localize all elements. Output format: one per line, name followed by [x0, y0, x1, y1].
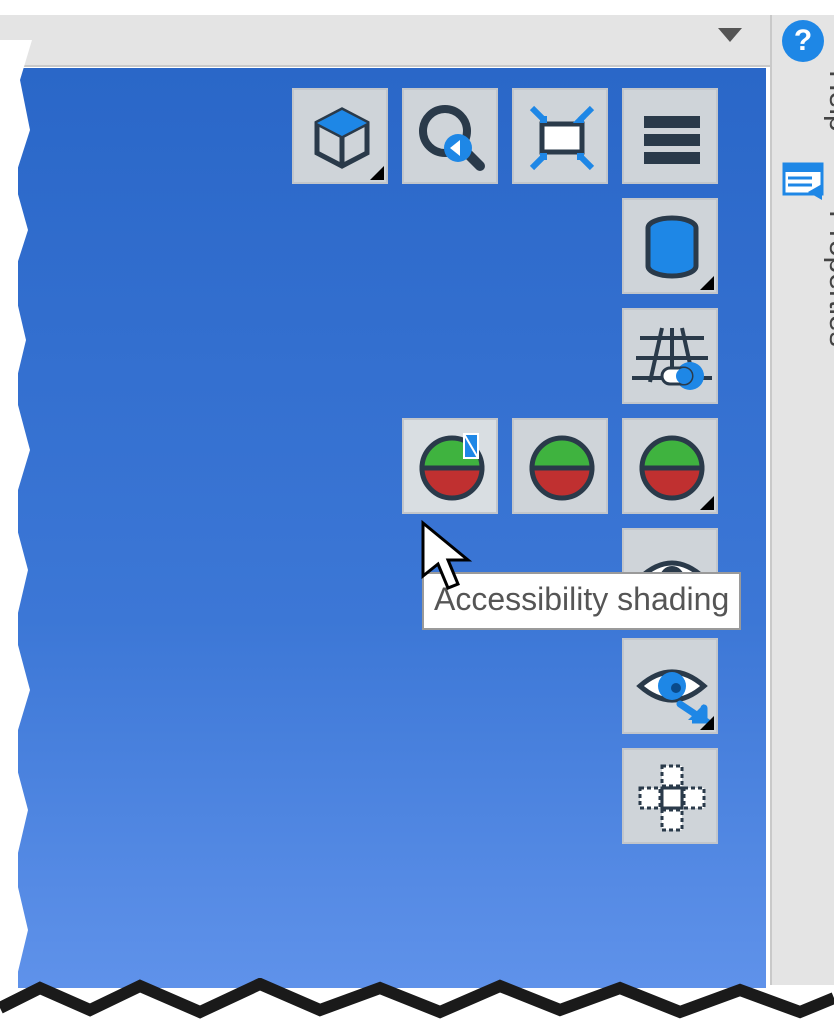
toolbar-dropdown-icon[interactable] [718, 28, 742, 44]
side-tab-strip: ? Help Properties [770, 15, 834, 985]
flyout-indicator-icon [370, 166, 384, 180]
properties-tab[interactable]: Properties [822, 210, 834, 347]
title-bar [0, 15, 770, 67]
unfold-button[interactable] [622, 748, 718, 844]
menu-button[interactable] [622, 88, 718, 184]
accessibility-shading-icon [412, 428, 492, 508]
accessibility-shading-button[interactable] [402, 418, 498, 514]
shading-mode-button[interactable] [622, 418, 718, 514]
shading-option-icon [522, 428, 602, 508]
help-tab[interactable]: Help [822, 70, 834, 132]
grid-toggle-button[interactable] [622, 308, 718, 404]
fit-viewport-button[interactable] [512, 88, 608, 184]
torn-edge-left [0, 40, 32, 980]
menu-icon [632, 98, 712, 178]
flyout-indicator-icon [700, 276, 714, 290]
shading-option-button[interactable] [512, 418, 608, 514]
help-icon: ? [794, 24, 812, 57]
viewport-3d[interactable]: Accessibility shading [18, 68, 766, 988]
cylinder-button[interactable] [622, 198, 718, 294]
properties-icon[interactable] [782, 160, 824, 202]
unfold-icon [632, 758, 712, 838]
torn-edge-bottom [0, 978, 834, 1034]
fit-viewport-icon [522, 98, 602, 178]
tooltip: Accessibility shading [422, 572, 741, 630]
look-at-button[interactable] [622, 638, 718, 734]
tooltip-text: Accessibility shading [434, 581, 729, 617]
grid-toggle-icon [632, 318, 712, 398]
flyout-indicator-icon [700, 716, 714, 730]
app-window: Accessibility shading ? Help Properties [0, 0, 834, 1035]
cube-view-button[interactable] [292, 88, 388, 184]
zoom-previous-icon [412, 98, 492, 178]
flyout-indicator-icon [700, 496, 714, 510]
help-button[interactable]: ? [782, 20, 824, 62]
zoom-previous-button[interactable] [402, 88, 498, 184]
